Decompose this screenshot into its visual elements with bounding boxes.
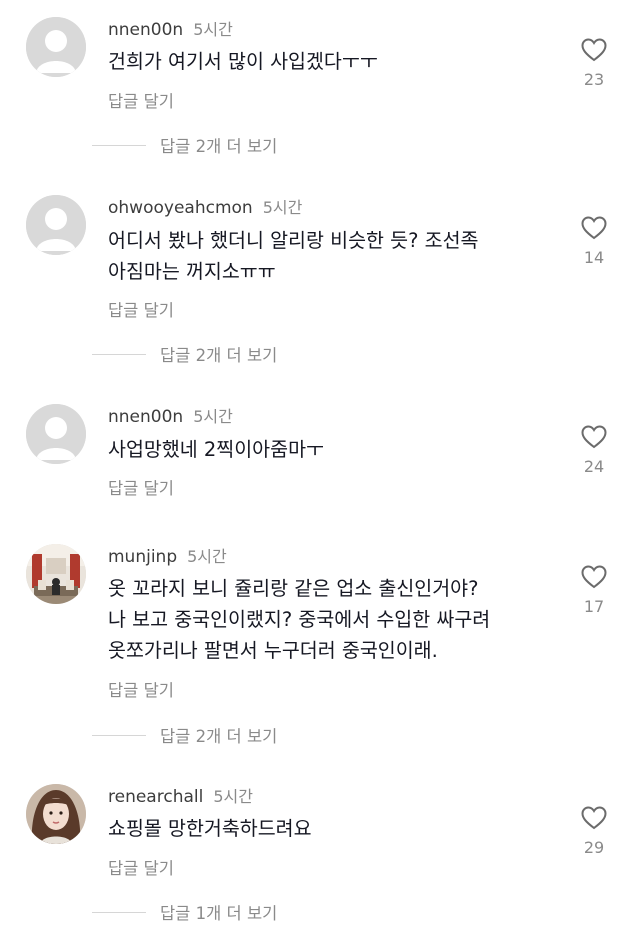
comment-time: 5시간 (262, 198, 303, 217)
comment-text: 어디서 봤나 했더니 알리랑 비슷한 듯? 조선족 아짐마는 꺼지소ㅠㅠ (108, 225, 558, 287)
reply-button[interactable]: 답글 달기 (108, 297, 174, 321)
comment-time: 5시간 (193, 20, 233, 39)
like-button[interactable]: 17 (574, 565, 614, 616)
like-count: 14 (583, 248, 605, 267)
view-more-replies[interactable]: 답글 2개 더 보기 (92, 133, 277, 157)
comment-text: 사업망했네 2찍이아줌마ㅜ (108, 434, 558, 465)
divider (92, 144, 146, 146)
avatar[interactable] (26, 195, 86, 255)
comment-username[interactable]: nnen00n 5시간 (108, 16, 233, 40)
comment-line: 옷쪼가리나 팔면서 누구더러 중국인이래. (108, 639, 438, 662)
comment-username[interactable]: ohwooyeahcmon 5시간 (108, 194, 302, 218)
comment-time: 5시간 (213, 787, 253, 806)
comment-time: 5시간 (193, 407, 233, 426)
comment-text: 건희가 여기서 많이 사입겠다ㅜㅜ (108, 46, 558, 77)
comment-line: 건희가 여기서 많이 사입겠다ㅜㅜ (108, 50, 378, 73)
reply-button[interactable]: 답글 달기 (108, 475, 174, 499)
comment-username[interactable]: nnen00n 5시간 (108, 403, 233, 427)
avatar[interactable] (26, 784, 86, 844)
reply-button[interactable]: 답글 달기 (108, 677, 174, 701)
like-button[interactable]: 24 (574, 425, 614, 476)
like-button[interactable]: 23 (574, 38, 614, 89)
comment-username[interactable]: renearchall 5시간 (108, 783, 253, 807)
heart-outline-icon (581, 38, 607, 62)
like-button[interactable]: 14 (574, 216, 614, 267)
reply-button[interactable]: 답글 달기 (108, 88, 174, 112)
comment-line: 나 보고 중국인이랬지? 중국에서 수입한 싸구려 (108, 608, 491, 631)
like-count: 17 (583, 597, 605, 616)
comment-text: 옷 꼬라지 보니 쥴리랑 같은 업소 출신인거야? 나 보고 중국인이랬지? 중… (108, 573, 558, 666)
comment-username[interactable]: munjinp 5시간 (108, 543, 227, 567)
like-count: 23 (583, 70, 605, 89)
comment-line: 옷 꼬라지 보니 쥴리랑 같은 업소 출신인거야? (108, 577, 479, 600)
view-more-replies[interactable]: 답글 2개 더 보기 (92, 723, 277, 747)
divider (92, 911, 146, 913)
like-count: 24 (583, 457, 605, 476)
view-more-replies-label[interactable]: 답글 2개 더 보기 (160, 342, 277, 366)
avatar[interactable] (26, 404, 86, 464)
view-more-replies-label[interactable]: 답글 2개 더 보기 (160, 133, 277, 157)
comment-line: 아짐마는 꺼지소ㅠㅠ (108, 260, 276, 283)
divider (92, 353, 146, 355)
view-more-replies[interactable]: 답글 1개 더 보기 (92, 900, 277, 924)
heart-outline-icon (581, 216, 607, 240)
avatar[interactable] (26, 17, 86, 77)
view-more-replies-label[interactable]: 답글 1개 더 보기 (160, 900, 277, 924)
view-more-replies[interactable]: 답글 2개 더 보기 (92, 342, 277, 366)
like-count: 29 (583, 838, 605, 857)
heart-outline-icon (581, 565, 607, 589)
view-more-replies-label[interactable]: 답글 2개 더 보기 (160, 723, 277, 747)
comment-line: 어디서 봤나 했더니 알리랑 비슷한 듯? 조선족 (108, 229, 479, 252)
heart-outline-icon (581, 425, 607, 449)
avatar[interactable] (26, 544, 86, 604)
reply-button[interactable]: 답글 달기 (108, 855, 174, 879)
like-button[interactable]: 29 (574, 806, 614, 857)
heart-outline-icon (581, 806, 607, 830)
comment-time: 5시간 (187, 547, 227, 566)
comment-line: 쇼핑몰 망한거축하드려요 (108, 817, 312, 840)
comment-text: 쇼핑몰 망한거축하드려요 (108, 813, 558, 844)
comment-line: 사업망했네 2찍이아줌마ㅜ (108, 438, 324, 461)
divider (92, 734, 146, 736)
